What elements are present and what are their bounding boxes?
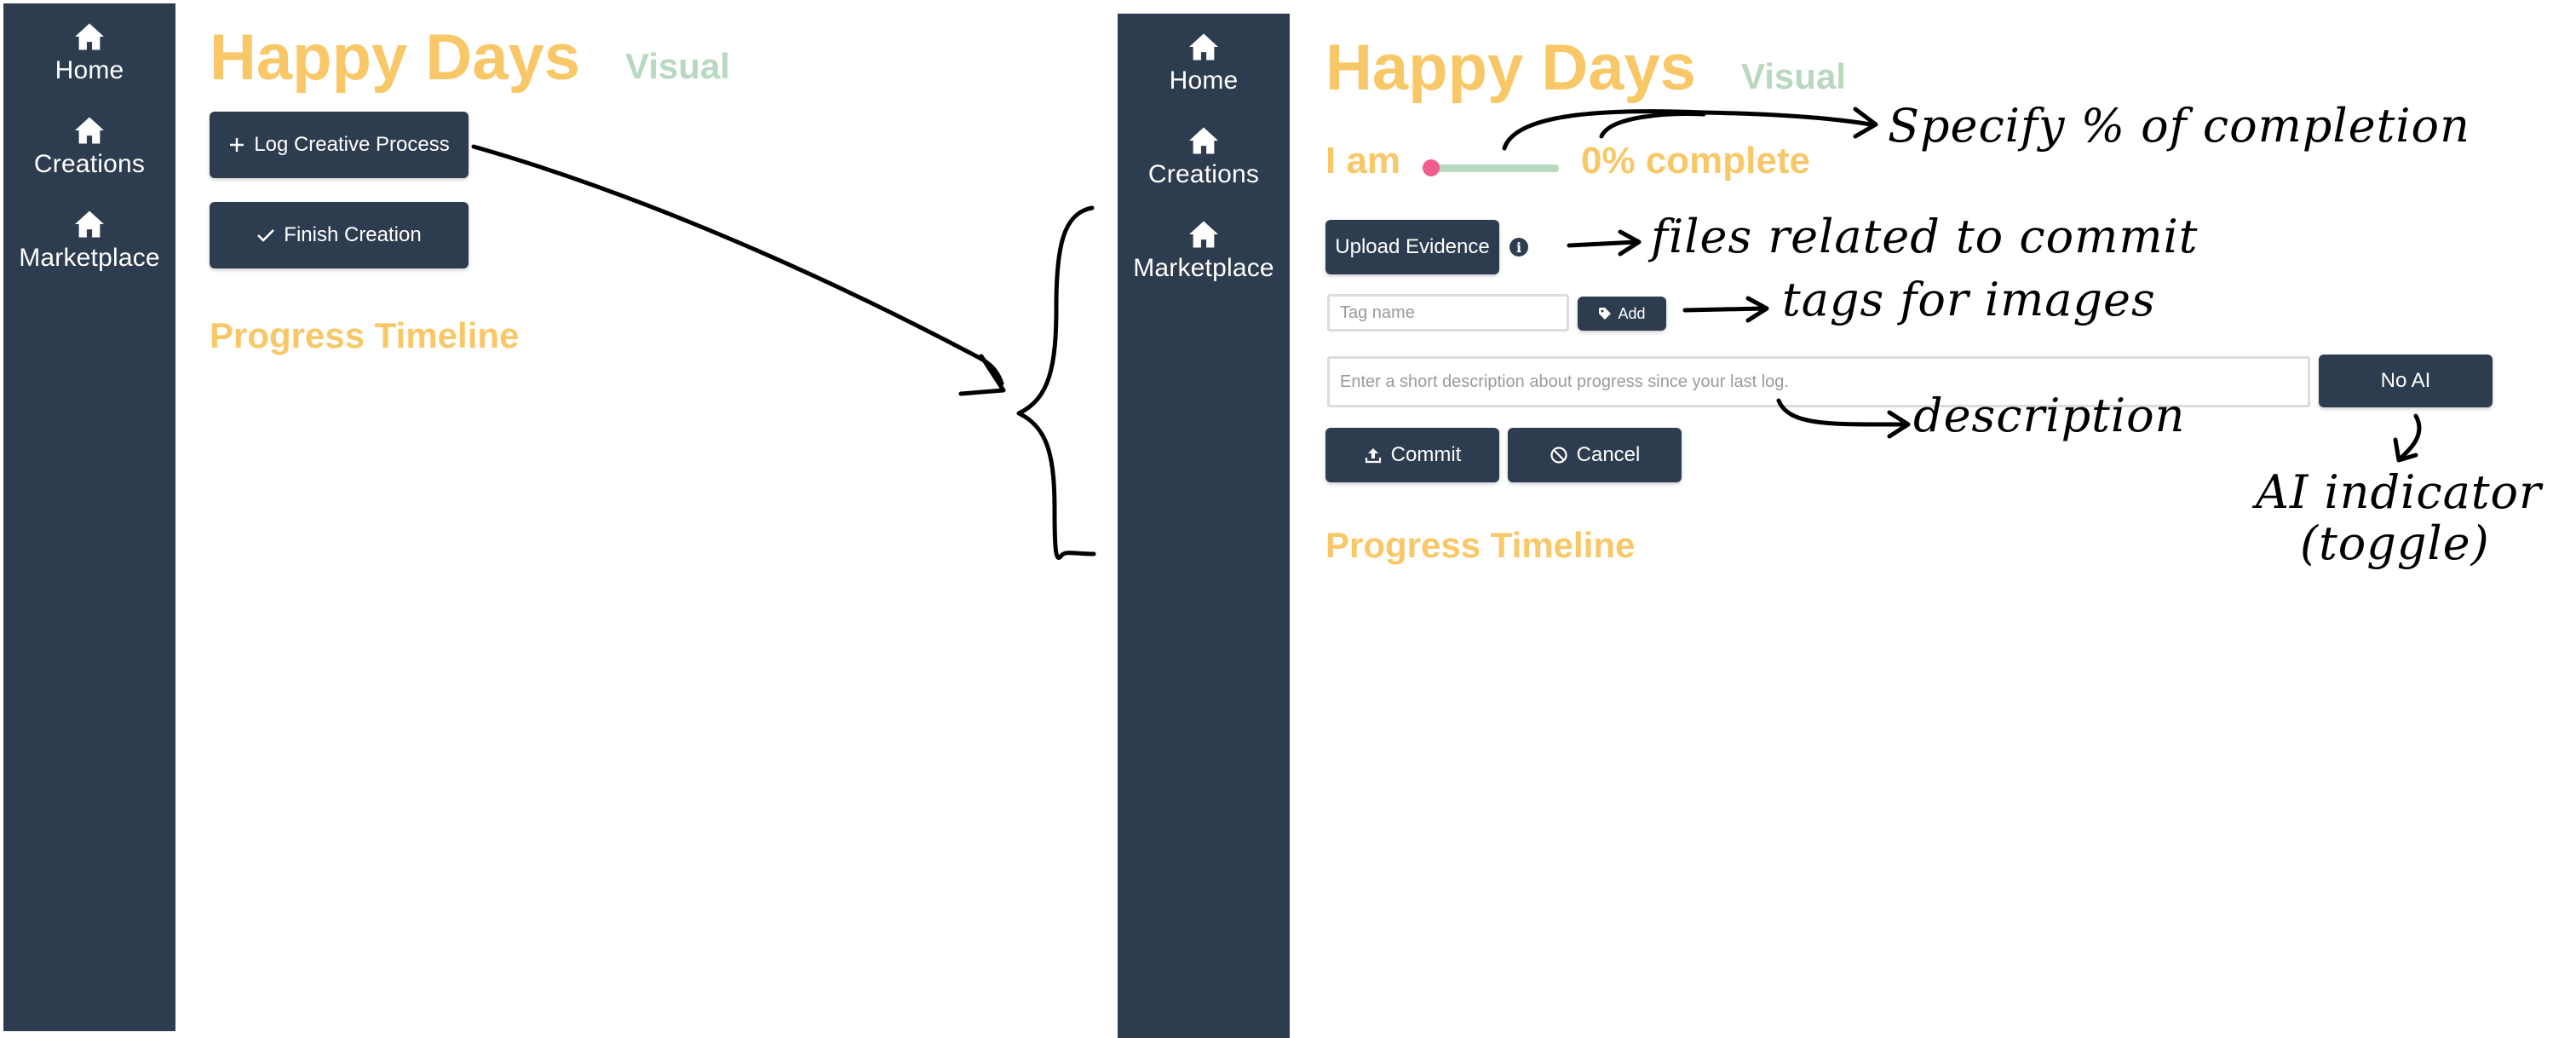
cancel-icon	[1550, 446, 1568, 464]
sidebar-item-creations[interactable]: Creations	[34, 116, 145, 179]
arrow-ai	[2398, 413, 2422, 461]
progress-timeline-heading: Progress Timeline	[210, 315, 520, 355]
annotation-description: description	[1913, 389, 2186, 442]
annotation-ai-toggle: (toggle)	[2300, 516, 2490, 570]
home-icon	[1187, 32, 1220, 61]
sidebar-item-marketplace[interactable]: Marketplace	[1133, 220, 1274, 283]
home-icon	[73, 116, 106, 145]
sidebar-after: Home Creations Marketplace	[1118, 14, 1290, 1038]
progress-timeline-heading: Progress Timeline	[1325, 525, 1636, 565]
progress-prefix-label: I am	[1325, 140, 1401, 182]
sidebar-item-marketplace[interactable]: Marketplace	[19, 210, 160, 273]
button-label: Cancel	[1576, 443, 1641, 466]
button-label: Log Creative Process	[254, 133, 450, 156]
plus-icon	[228, 136, 245, 153]
sidebar-before: Home Creations Marketplace	[3, 3, 175, 1031]
home-icon	[73, 210, 106, 239]
arrow-to-brace	[471, 144, 1004, 386]
add-tag-button[interactable]: Add	[1578, 297, 1666, 331]
sidebar-item-creations[interactable]: Creations	[1148, 126, 1259, 189]
upload-evidence-button[interactable]: Upload Evidence	[1325, 220, 1499, 274]
button-label: No AI	[2380, 369, 2431, 392]
sidebar-item-label: Creations	[33, 150, 146, 178]
button-label: Finish Creation	[284, 223, 422, 246]
arrow-files	[1567, 239, 1638, 248]
sidebar-item-label: Marketplace	[1133, 254, 1274, 282]
curly-brace	[1016, 205, 1096, 560]
sidebar-item-label: Marketplace	[19, 244, 160, 272]
sidebar-item-label: Home	[55, 56, 124, 84]
page-title: Happy Days	[210, 21, 581, 94]
tag-name-input[interactable]	[1327, 294, 1569, 332]
button-label: Commit	[1390, 443, 1462, 466]
arrow-tags-head	[1745, 296, 1769, 323]
commit-button[interactable]: Commit	[1325, 428, 1499, 482]
arrow-completion-2	[1599, 112, 1706, 139]
annotation-files: files related to commit	[1651, 210, 2199, 263]
annotation-ai-indicator: AI indicator	[2256, 465, 2542, 519]
cancel-button[interactable]: Cancel	[1508, 428, 1682, 482]
arrow-to-brace-head	[958, 354, 1006, 396]
annotation-tags: tags for images	[1782, 273, 2156, 326]
arrow-tags	[1682, 306, 1766, 313]
arrow-files-head	[1618, 229, 1642, 257]
page-subtitle: Visual	[625, 46, 730, 86]
sidebar-item-label: Home	[1169, 66, 1239, 95]
completion-slider-track[interactable]	[1428, 164, 1559, 172]
annotation-completion: Specify % of completion	[1888, 99, 2470, 153]
upload-icon	[1364, 446, 1383, 464]
sidebar-item-home[interactable]: Home	[1170, 32, 1239, 95]
arrow-ai-head	[2393, 437, 2418, 463]
tag-icon	[1598, 307, 1612, 320]
checkmark-icon	[256, 228, 275, 243]
completion-slider-thumb[interactable]	[1423, 159, 1440, 176]
arrow-completion-head	[1853, 107, 1878, 139]
home-icon	[1187, 126, 1220, 155]
page-title: Happy Days	[1325, 32, 1697, 104]
sidebar-item-home[interactable]: Home	[55, 22, 124, 85]
button-label: Add	[1618, 304, 1646, 322]
arrow-description-head	[1887, 410, 1911, 439]
home-icon	[73, 22, 106, 51]
info-icon[interactable]: i	[1509, 238, 1528, 257]
button-label: Upload Evidence	[1335, 235, 1490, 258]
sidebar-item-label: Creations	[1147, 160, 1260, 188]
screenshot-canvas: Home Creations Marketplace Happy Days Vi…	[0, 0, 2576, 1038]
page-subtitle: Visual	[1741, 56, 1846, 96]
log-creative-process-button[interactable]: Log Creative Process	[210, 112, 469, 178]
home-icon	[1187, 220, 1220, 249]
ai-toggle-button[interactable]: No AI	[2319, 355, 2493, 407]
finish-creation-button[interactable]: Finish Creation	[210, 202, 469, 268]
completion-percent-label: 0% complete	[1581, 140, 1810, 182]
